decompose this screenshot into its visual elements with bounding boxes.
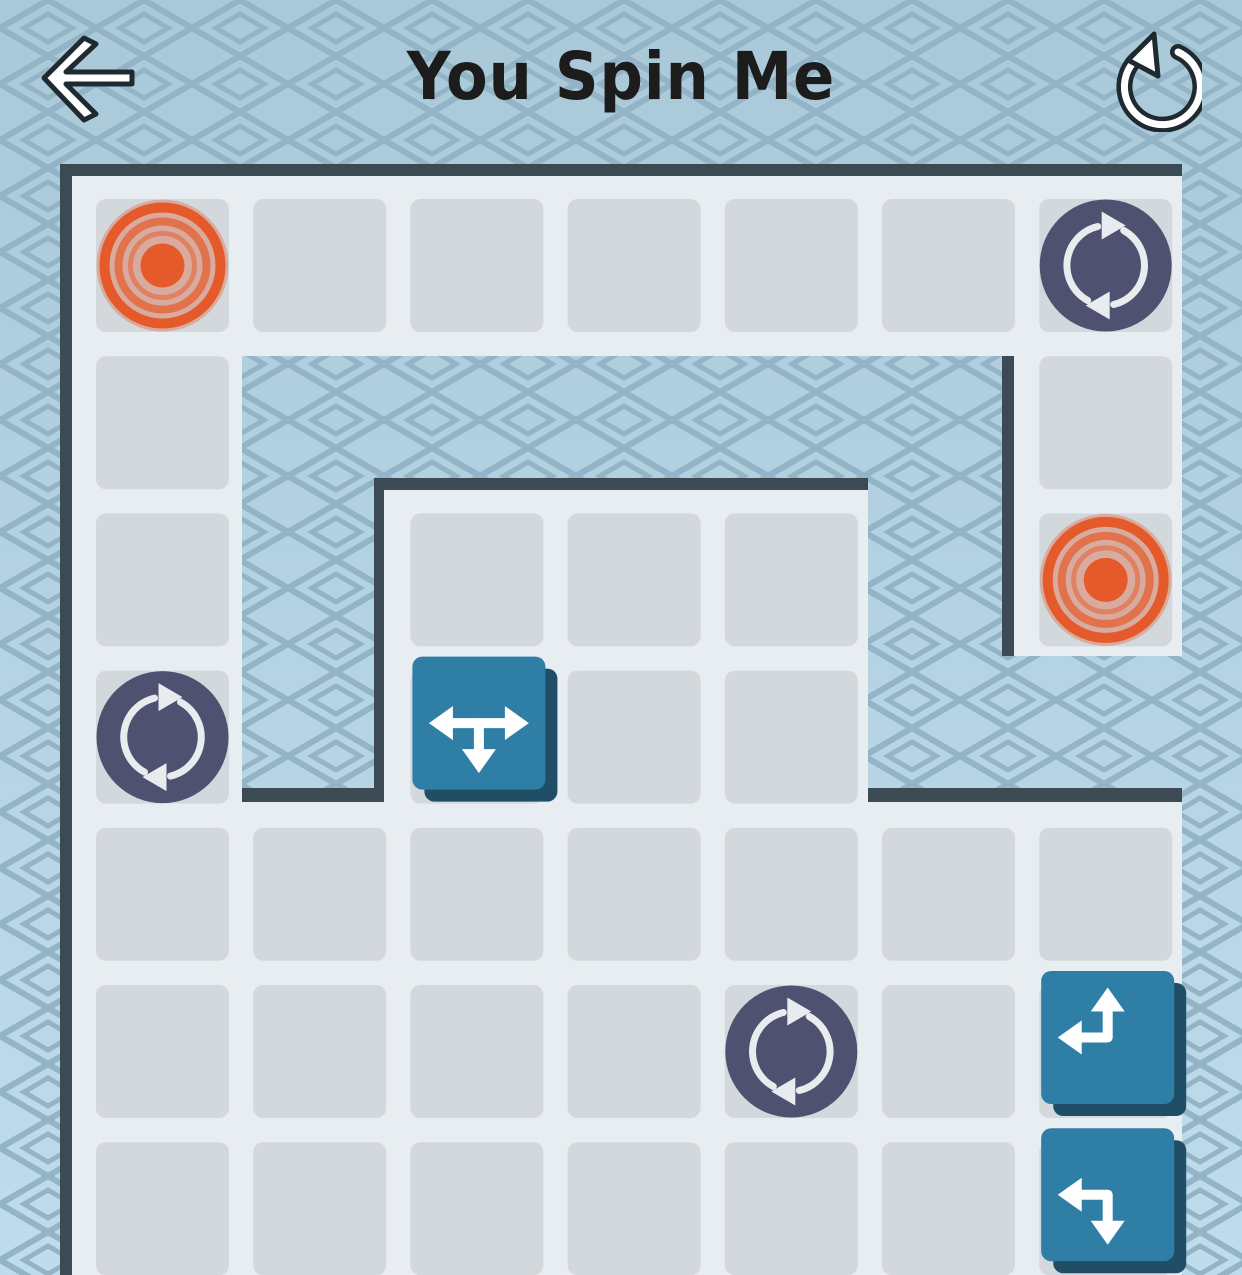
arrows-left-right-down-icon[interactable] (412, 656, 558, 802)
grid-cell[interactable] (410, 513, 544, 647)
grid-cell[interactable] (724, 199, 858, 332)
grid-cell[interactable] (96, 1142, 229, 1275)
grid-cell[interactable] (882, 985, 1015, 1118)
grid-cell[interactable] (410, 985, 544, 1118)
arrows-left-up-icon[interactable] (1041, 971, 1187, 1116)
game-board (60, 164, 1187, 1275)
grid-cell[interactable] (567, 985, 701, 1118)
grid-cell[interactable] (410, 827, 544, 961)
rotate-icon[interactable] (725, 985, 858, 1118)
grid-cell[interactable] (882, 1142, 1015, 1275)
grid-cell[interactable] (96, 827, 229, 961)
target-icon (96, 199, 229, 332)
grid-cell[interactable] (1039, 827, 1173, 961)
grid-cell[interactable] (724, 513, 858, 647)
rotate-icon[interactable] (1039, 199, 1172, 332)
grid-cell[interactable] (882, 827, 1015, 961)
grid-cell[interactable] (253, 827, 387, 961)
grid-cell[interactable] (882, 199, 1015, 332)
grid-cell[interactable] (567, 199, 701, 332)
grid-cell[interactable] (253, 985, 387, 1118)
grid-cell[interactable] (567, 670, 701, 804)
grid-cell[interactable] (410, 199, 544, 332)
grid-cell[interactable] (96, 513, 229, 647)
grid-cell[interactable] (724, 670, 858, 804)
grid-cell[interactable] (567, 827, 701, 961)
grid-cell[interactable] (1039, 356, 1173, 490)
grid-cell[interactable] (96, 985, 229, 1118)
grid-cell[interactable] (253, 199, 387, 332)
arrows-left-down-icon[interactable] (1041, 1128, 1187, 1274)
grid-cell[interactable] (567, 1142, 701, 1275)
grid-cell[interactable] (724, 1142, 858, 1275)
grid-cell[interactable] (567, 513, 701, 647)
grid-cell[interactable] (724, 827, 858, 961)
grid-cell[interactable] (410, 1142, 544, 1275)
rotate-icon[interactable] (96, 671, 229, 804)
target-icon (1039, 513, 1172, 646)
grid-cell[interactable] (253, 1142, 387, 1275)
grid-cell[interactable] (96, 356, 229, 490)
